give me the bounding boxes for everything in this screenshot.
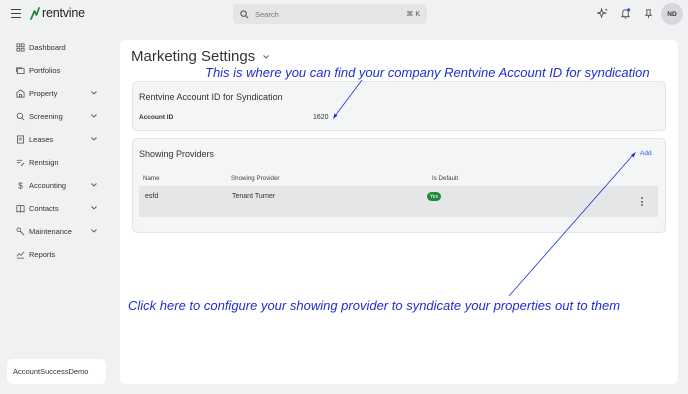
- sidebar-item-maintenance[interactable]: Maintenance: [0, 220, 112, 243]
- sidebar-item-reports[interactable]: Reports: [0, 243, 112, 266]
- annotation-account-id: This is where you can find your company …: [205, 65, 650, 80]
- sparkle-icon[interactable]: [597, 8, 608, 19]
- screening-icon: [16, 112, 25, 121]
- svg-text:$: $: [18, 182, 23, 190]
- sidebar-item-property[interactable]: Property: [0, 82, 112, 105]
- pin-icon[interactable]: [643, 8, 654, 19]
- search-bar[interactable]: ⌘ K: [233, 4, 427, 24]
- dashboard-icon: [16, 43, 25, 52]
- reports-icon: [16, 251, 25, 259]
- sidebar-item-label: Accounting: [29, 181, 67, 190]
- chevron-down-icon: [91, 206, 97, 210]
- account-id-card-title: Rentvine Account ID for Syndication: [139, 92, 283, 102]
- property-icon: [16, 89, 25, 98]
- dollar-icon: $: [18, 182, 23, 190]
- default-badge: Yes: [427, 192, 441, 201]
- account-id-label: Account ID: [139, 114, 174, 121]
- sidebar-item-label: Reports: [29, 250, 56, 259]
- rentvine-logo[interactable]: rentvine: [30, 6, 85, 20]
- sidebar-item-label: Contacts: [29, 204, 59, 213]
- sidebar-item-label: Portfolios: [29, 66, 61, 75]
- sidebar-item-accounting[interactable]: $ Accounting: [0, 174, 112, 197]
- sidebar-item-label: Leases: [29, 135, 54, 144]
- bell-icon[interactable]: [620, 8, 631, 19]
- chevron-down-icon: [91, 91, 97, 95]
- contacts-icon: [16, 204, 25, 213]
- sidebar-item-label: Property: [29, 89, 58, 98]
- account-switcher[interactable]: AccountSuccessDemo: [7, 359, 106, 384]
- sidebar-item-label: Rentsign: [29, 158, 59, 167]
- sidebar: Dashboard Portfolios Property Screening …: [0, 36, 112, 266]
- leases-icon: [16, 135, 25, 144]
- search-shortcut: ⌘ K: [406, 11, 420, 18]
- provider-name-cell: esfd: [145, 193, 159, 200]
- rentsign-icon: [16, 159, 25, 167]
- sidebar-item-contacts[interactable]: Contacts: [0, 197, 112, 220]
- row-menu-icon[interactable]: [641, 197, 643, 206]
- portfolios-icon: [16, 67, 25, 75]
- chevron-down-icon: [91, 114, 97, 118]
- table-row[interactable]: [139, 186, 658, 217]
- chevron-down-icon: [91, 183, 97, 187]
- showing-providers-title: Showing Providers: [139, 149, 215, 159]
- sidebar-item-leases[interactable]: Leases: [0, 128, 112, 151]
- top-bar: rentvine ⌘ K ND: [0, 0, 688, 30]
- logo-mark-icon: [30, 6, 40, 20]
- search-icon: [240, 9, 249, 18]
- sidebar-item-rentsign[interactable]: Rentsign: [0, 151, 112, 174]
- account-id-card: [132, 81, 666, 131]
- column-header-provider: Showing Provider: [231, 175, 280, 182]
- column-header-name: Name: [143, 175, 160, 182]
- provider-type-cell: Tenant Turner: [232, 193, 276, 200]
- page-title: Marketing Settings: [131, 48, 256, 65]
- sidebar-item-label: Maintenance: [29, 227, 72, 236]
- chevron-down-icon: [91, 229, 97, 233]
- sidebar-item-screening[interactable]: Screening: [0, 105, 112, 128]
- sidebar-item-label: Dashboard: [29, 43, 66, 52]
- menu-icon[interactable]: [11, 9, 21, 18]
- search-input[interactable]: [255, 9, 405, 19]
- chevron-down-icon[interactable]: [263, 55, 269, 59]
- chevron-down-icon: [91, 137, 97, 141]
- column-header-default: Is Default: [432, 175, 459, 182]
- user-avatar[interactable]: ND: [661, 3, 683, 25]
- logo-text: rentvine: [42, 6, 85, 20]
- wrench-icon: [16, 227, 25, 236]
- account-id-value: 1620: [313, 114, 329, 121]
- sidebar-item-label: Screening: [29, 112, 63, 121]
- sidebar-item-dashboard[interactable]: Dashboard: [0, 36, 112, 59]
- sidebar-item-portfolios[interactable]: Portfolios: [0, 59, 112, 82]
- annotation-showing-provider: Click here to configure your showing pro…: [128, 298, 621, 313]
- add-provider-link[interactable]: Add: [640, 150, 652, 157]
